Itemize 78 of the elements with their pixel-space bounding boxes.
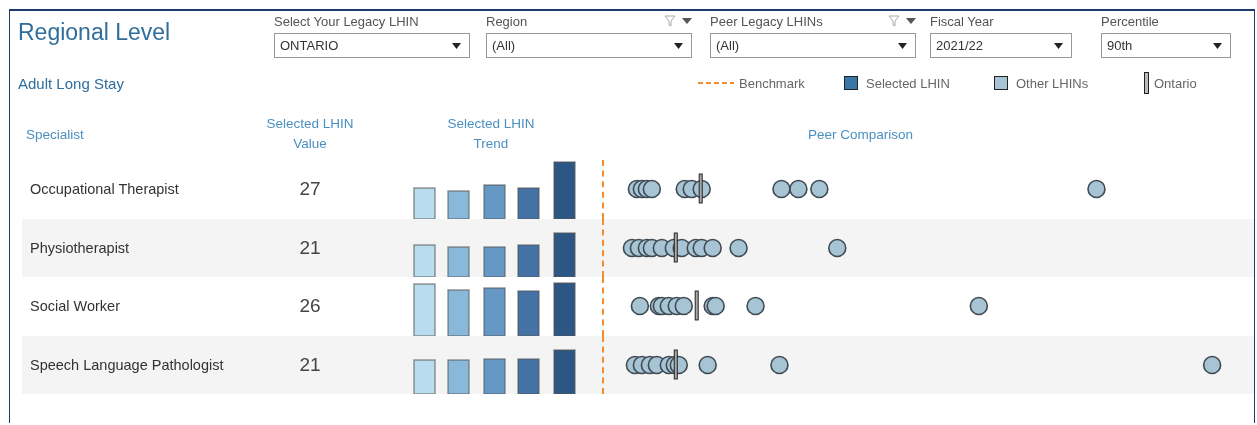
peer-dot [810,180,829,199]
column-header: Specialist [26,126,84,142]
peer-dot [729,238,748,258]
filter-label: Peer Legacy LHINs [710,13,823,29]
value-cell: 26 [299,295,321,318]
trend-bar [517,358,540,394]
ontario-marker [698,173,703,204]
peer-dot [703,238,722,258]
legend-label: Other LHINs [1016,75,1089,91]
filter-label: Percentile [1101,13,1159,29]
specialist-name: Physiotherapist [30,238,130,258]
caret-icon [1054,42,1063,49]
caret-icon [452,42,461,49]
dashed-line-icon [698,82,734,84]
trend-bar [483,286,506,336]
dropdown[interactable]: 90th [1101,33,1231,58]
trend-bar [413,282,436,336]
specialist-name: Occupational Therapist [30,180,179,200]
peer-dot [969,296,989,316]
peer-dot [770,355,789,375]
peer-dot [828,238,847,258]
trend-bar [553,232,576,277]
specialist-name: Speech Language Pathologist [30,355,224,375]
trend-bar [413,244,436,277]
legend-swatch [994,76,1008,90]
ontario-marker [673,232,678,263]
caret-icon[interactable] [906,17,916,25]
peer-dot [746,296,765,316]
dropdown[interactable]: ONTARIO [274,33,470,58]
trend-bar [517,289,540,336]
trend-bar [413,186,436,219]
dropdown[interactable]: (All) [710,33,916,58]
peer-dot [674,296,694,316]
dashboard-title: Regional Level [17,18,172,46]
trend-bar [483,358,506,394]
filter-label: Select Your Legacy LHIN [274,13,419,29]
trend-bar [483,246,506,277]
value-cell: 27 [299,178,321,201]
caret-icon [1213,42,1222,49]
trend-bar [413,359,436,394]
section-title: Adult Long Stay [17,74,125,92]
peer-dot [642,180,662,199]
trend-bar [517,244,540,277]
trend-bar [447,246,470,277]
column-header: Peer Comparison [808,126,914,142]
dropdown[interactable]: 2021/22 [930,33,1072,58]
filter-label: Fiscal Year [930,13,994,29]
trend-bar [447,359,470,394]
caret-icon[interactable] [682,17,692,25]
trend-bar [553,160,576,219]
peer-dot [698,355,717,375]
trend-bar [483,183,506,219]
legend-label: Ontario [1154,75,1197,91]
peer-dot [1087,180,1106,199]
column-header: Selected LHIN Trend [446,115,536,153]
column-header: Selected LHIN Value [265,115,355,153]
trend-bar [553,281,576,336]
marker-icon [1144,72,1149,94]
caret-icon [898,42,907,49]
dropdown[interactable]: (All) [486,33,692,58]
trend-bar [553,349,576,394]
filter-label: Region [486,13,528,29]
specialist-name: Social Worker [30,297,120,317]
trend-bar [517,186,540,219]
trend-bar [447,189,470,219]
value-cell: 21 [299,236,321,259]
peer-dot [630,296,650,316]
ontario-marker [673,349,678,380]
legend-label: Selected LHIN [866,75,950,91]
peer-dot [789,180,808,199]
value-cell: 21 [299,353,321,376]
caret-icon [674,42,683,49]
legend-label: Benchmark [739,75,805,91]
ontario-marker [694,290,699,321]
peer-dot [1202,355,1222,375]
peer-dot [772,180,791,199]
legend-swatch [844,76,858,90]
trend-bar [447,288,470,336]
